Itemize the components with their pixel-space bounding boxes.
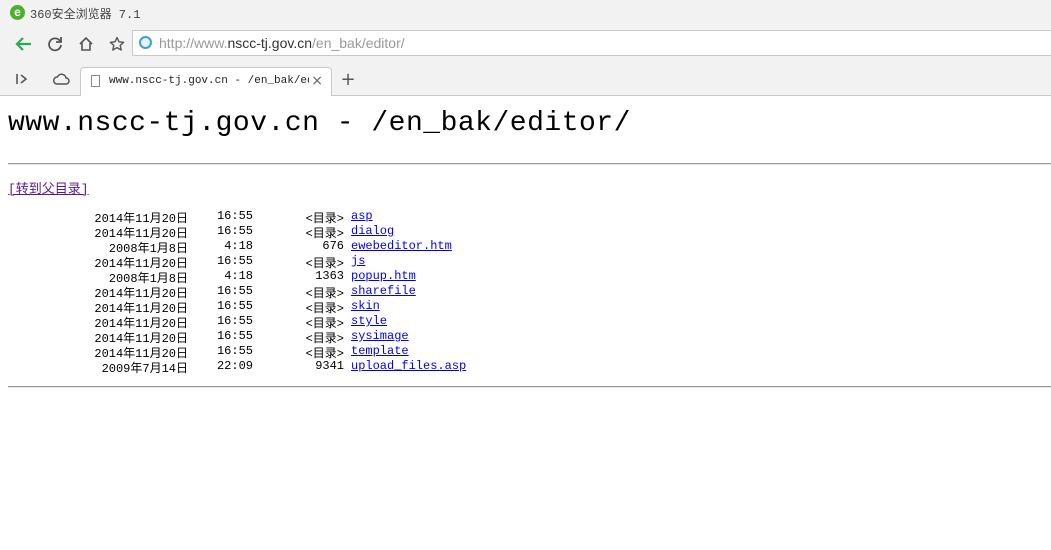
entry-link[interactable]: upload_files.asp bbox=[351, 359, 466, 373]
url-host: nscc-tj.gov.cn bbox=[227, 35, 313, 51]
cloud-icon bbox=[52, 73, 70, 85]
entry-size: 1363 bbox=[315, 269, 344, 283]
home-icon bbox=[79, 36, 93, 51]
home-button[interactable] bbox=[75, 34, 97, 54]
back-button[interactable] bbox=[13, 34, 35, 54]
url-scheme: http://www. bbox=[159, 35, 228, 51]
close-tab-icon[interactable]: × bbox=[311, 73, 323, 89]
url-path: /en_bak/editor/ bbox=[312, 35, 405, 51]
cloud-button[interactable] bbox=[50, 69, 72, 89]
entry-link[interactable]: asp bbox=[351, 209, 373, 223]
entry-link[interactable]: ewebeditor.htm bbox=[351, 239, 452, 253]
page-content: www.nscc-tj.gov.cn - /en_bak/editor/ [转到… bbox=[0, 96, 1051, 550]
divider bbox=[8, 163, 1051, 165]
window-title: 360安全浏览器 7.1 bbox=[30, 8, 141, 22]
entry-link[interactable]: style bbox=[351, 314, 387, 328]
entry-link[interactable]: sharefile bbox=[351, 284, 416, 298]
entry-time: 16:55 bbox=[216, 254, 253, 268]
entry-date: 2009年7月14日 bbox=[101, 362, 188, 376]
tab-title: www.nscc-tj.gov.cn - /en_bak/editor/ bbox=[109, 75, 309, 87]
entry-link[interactable]: template bbox=[351, 344, 409, 358]
entry-time: 4:18 bbox=[224, 239, 253, 253]
entry-link[interactable]: js bbox=[351, 254, 365, 268]
entry-size: 676 bbox=[322, 239, 344, 253]
sidebar-toggle-button[interactable] bbox=[10, 69, 32, 89]
tab-active[interactable]: www.nscc-tj.gov.cn - /en_bak/editor/ × bbox=[80, 67, 332, 96]
entry-link[interactable]: dialog bbox=[351, 224, 394, 238]
reload-button[interactable] bbox=[44, 34, 66, 54]
reload-icon bbox=[48, 37, 62, 52]
sidebar-toggle-icon bbox=[16, 74, 28, 84]
entry-link[interactable]: popup.htm bbox=[351, 269, 416, 283]
entry-time: 16:55 bbox=[216, 284, 253, 298]
navigation-bar: http://www.nscc-tj.gov.cn/en_bak/editor/ bbox=[0, 26, 1051, 62]
entry-link[interactable]: skin bbox=[351, 299, 380, 313]
entry-link[interactable]: sysimage bbox=[351, 329, 409, 343]
address-bar[interactable]: http://www.nscc-tj.gov.cn/en_bak/editor/ bbox=[132, 30, 1051, 56]
site-globe-icon bbox=[139, 36, 152, 49]
window-title-bar: e 360安全浏览器 7.1 bbox=[0, 0, 1051, 26]
browser-logo-icon: e bbox=[10, 5, 25, 20]
entry-time: 4:18 bbox=[224, 269, 253, 283]
entry-time: 16:55 bbox=[216, 224, 253, 238]
divider bbox=[8, 386, 1051, 388]
entry-time: 16:55 bbox=[216, 329, 253, 343]
entry-time: 16:55 bbox=[216, 299, 253, 313]
entry-time: 22:09 bbox=[216, 359, 253, 373]
new-tab-button[interactable]: + bbox=[338, 70, 358, 90]
page-title: www.nscc-tj.gov.cn - /en_bak/editor/ bbox=[8, 108, 631, 139]
star-icon bbox=[109, 36, 125, 51]
page-icon bbox=[91, 75, 100, 87]
address-text[interactable]: http://www.nscc-tj.gov.cn/en_bak/editor/ bbox=[159, 35, 405, 51]
entry-size: 9341 bbox=[315, 359, 344, 373]
back-arrow-icon bbox=[15, 37, 31, 51]
parent-directory-link[interactable]: [转到父目录] bbox=[8, 178, 89, 197]
entry-time: 16:55 bbox=[216, 344, 253, 358]
bookmark-button[interactable] bbox=[106, 34, 128, 54]
entry-time: 16:55 bbox=[216, 314, 253, 328]
entry-time: 16:55 bbox=[216, 209, 253, 223]
tab-bar: www.nscc-tj.gov.cn - /en_bak/editor/ × + bbox=[0, 62, 1051, 96]
